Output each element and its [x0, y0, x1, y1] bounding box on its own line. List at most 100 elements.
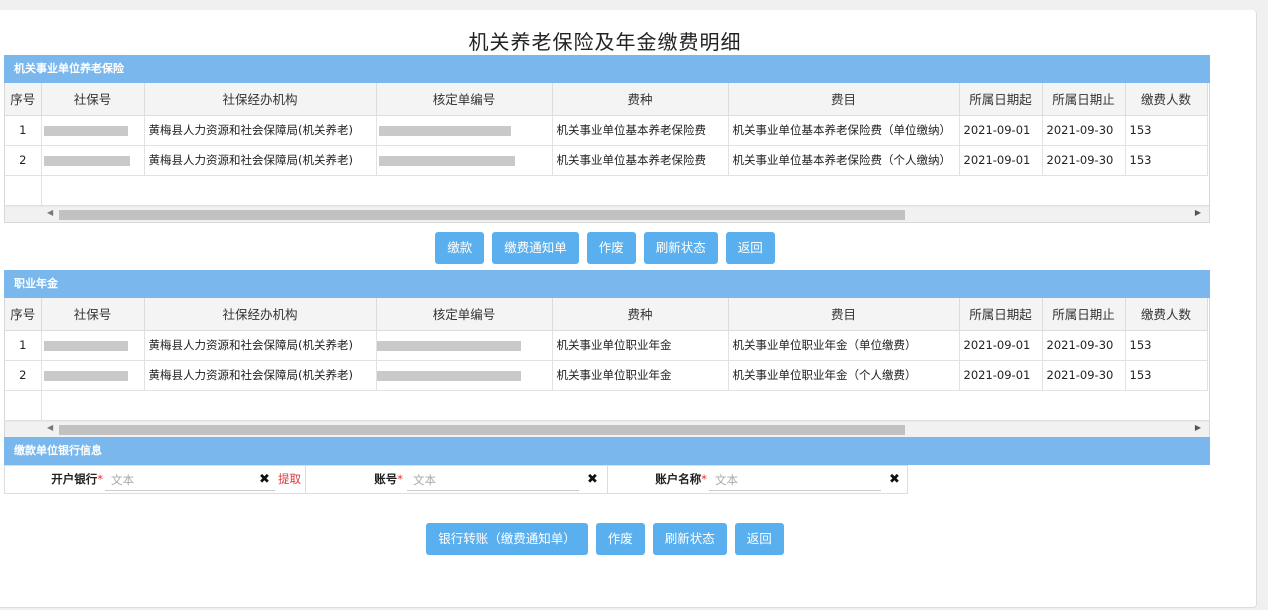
grid-empty-area: [5, 175, 1209, 206]
col-header-date-to[interactable]: 所属日期止: [1042, 83, 1126, 116]
grid-empty-area: [5, 390, 1209, 421]
bank-info-form: 开户银行* ✖ 提取 账号* ✖ 账户名称* ✖: [4, 465, 908, 494]
account-name-label: 账户名称*: [655, 472, 707, 486]
bank-button-row: 银行转账（缴费通知单） 作废 刷新状态 返回: [0, 523, 1210, 555]
row-seq: 2: [5, 145, 42, 176]
back-button[interactable]: 返回: [725, 232, 775, 264]
approval-no-redacted: [376, 115, 553, 146]
clear-account-icon[interactable]: ✖: [587, 466, 598, 493]
refresh-status-button[interactable]: 刷新状态: [643, 232, 718, 264]
account-name-input[interactable]: [709, 469, 881, 491]
row-fee-item: 机关事业单位职业年金（单位缴费）: [728, 330, 960, 361]
bank-transfer-button[interactable]: 银行转账（缴费通知单）: [426, 523, 588, 555]
row-date-from: 2021-09-01: [959, 330, 1043, 361]
row-fee-item: 机关事业单位基本养老保险费（单位缴纳）: [728, 115, 960, 146]
pension-table: 序号 社保号 社保经办机构 核定单编号 费种 费目 所属日期起 所属日期止 缴费…: [5, 83, 1208, 176]
row-date-from: 2021-09-01: [959, 115, 1043, 146]
row-date-to: 2021-09-30: [1042, 360, 1126, 391]
row-agency: 黄梅县人力资源和社会保障局(机关养老): [144, 115, 377, 146]
col-header-fee-item[interactable]: 费目: [728, 298, 960, 331]
section-header-pension: 机关事业单位养老保险: [4, 55, 1210, 83]
payment-notice-button[interactable]: 缴费通知单: [492, 232, 579, 264]
col-header-seq[interactable]: 序号: [5, 83, 42, 116]
annuity-table: 序号 社保号 社保经办机构 核定单编号 费种 费目 所属日期起 所属日期止 缴费…: [5, 298, 1208, 391]
void-button[interactable]: 作废: [595, 523, 645, 555]
row-agency: 黄梅县人力资源和社会保障局(机关养老): [144, 145, 377, 176]
row-count: 153: [1125, 115, 1208, 146]
row-agency: 黄梅县人力资源和社会保障局(机关养老): [144, 360, 377, 391]
ss-no-redacted: [41, 115, 145, 146]
scrollbar-thumb[interactable]: [59, 209, 905, 220]
row-fee-type: 机关事业单位基本养老保险费: [552, 115, 729, 146]
refresh-status-button[interactable]: 刷新状态: [652, 523, 727, 555]
pension-button-row: 缴款 缴费通知单 作废 刷新状态 返回: [0, 232, 1210, 264]
pay-button[interactable]: 缴款: [435, 232, 485, 264]
row-seq: 1: [5, 330, 42, 361]
bank-field-group: 开户银行* ✖ 提取: [5, 466, 305, 493]
row-date-to: 2021-09-30: [1042, 115, 1126, 146]
bank-label: 开户银行*: [51, 472, 103, 486]
row-count: 153: [1125, 360, 1208, 391]
back-button[interactable]: 返回: [734, 523, 784, 555]
annuity-grid: 序号 社保号 社保经办机构 核定单编号 费种 费目 所属日期起 所属日期止 缴费…: [4, 298, 1210, 438]
col-header-date-from[interactable]: 所属日期起: [959, 83, 1043, 116]
horizontal-scrollbar[interactable]: ◀ ▶: [5, 420, 1209, 437]
scroll-left-icon[interactable]: ◀: [47, 423, 53, 432]
row-date-from: 2021-09-01: [959, 360, 1043, 391]
col-header-seq[interactable]: 序号: [5, 298, 42, 331]
bank-input[interactable]: [105, 469, 275, 491]
row-seq: 1: [5, 115, 42, 146]
row-fee-type: 机关事业单位职业年金: [552, 330, 729, 361]
page-title: 机关养老保险及年金缴费明细: [468, 30, 742, 54]
col-header-fee-type[interactable]: 费种: [552, 83, 729, 116]
row-seq: 2: [5, 360, 42, 391]
approval-no-redacted: [376, 145, 553, 176]
table-row[interactable]: 1 黄梅县人力资源和社会保障局(机关养老) 机关事业单位基本养老保险费 机关事业…: [5, 115, 1208, 146]
row-count: 153: [1125, 330, 1208, 361]
fetch-link[interactable]: 提取: [278, 466, 301, 493]
table-row[interactable]: 2 黄梅县人力资源和社会保障局(机关养老) 机关事业单位基本养老保险费 机关事业…: [5, 145, 1208, 176]
col-header-count[interactable]: 缴费人数: [1125, 83, 1208, 116]
col-header-date-from[interactable]: 所属日期起: [959, 298, 1043, 331]
scroll-right-icon[interactable]: ▶: [1195, 208, 1201, 217]
account-label: 账号*: [374, 472, 403, 486]
clear-account-name-icon[interactable]: ✖: [889, 466, 900, 493]
row-fee-item: 机关事业单位职业年金（个人缴费）: [728, 360, 960, 391]
col-header-date-to[interactable]: 所属日期止: [1042, 298, 1126, 331]
table-row[interactable]: 1 黄梅县人力资源和社会保障局(机关养老) 机关事业单位职业年金 机关事业单位职…: [5, 330, 1208, 361]
col-header-fee-item[interactable]: 费目: [728, 83, 960, 116]
pension-grid: 序号 社保号 社保经办机构 核定单编号 费种 费目 所属日期起 所属日期止 缴费…: [4, 83, 1210, 223]
row-date-to: 2021-09-30: [1042, 330, 1126, 361]
row-agency: 黄梅县人力资源和社会保障局(机关养老): [144, 330, 377, 361]
col-header-ss-no[interactable]: 社保号: [41, 83, 145, 116]
account-input[interactable]: [407, 469, 579, 491]
account-name-field-group: 账户名称* ✖: [607, 466, 907, 493]
table-row[interactable]: 2 黄梅县人力资源和社会保障局(机关养老) 机关事业单位职业年金 机关事业单位职…: [5, 360, 1208, 391]
section-header-bank: 缴款单位银行信息: [4, 437, 1210, 465]
row-count: 153: [1125, 145, 1208, 176]
scrollbar-thumb[interactable]: [59, 424, 905, 435]
col-header-approval-no[interactable]: 核定单编号: [376, 83, 553, 116]
table-header-row: 序号 社保号 社保经办机构 核定单编号 费种 费目 所属日期起 所属日期止 缴费…: [5, 298, 1208, 331]
ss-no-redacted: [41, 330, 145, 361]
col-header-approval-no[interactable]: 核定单编号: [376, 298, 553, 331]
row-fee-type: 机关事业单位基本养老保险费: [552, 145, 729, 176]
row-fee-type: 机关事业单位职业年金: [552, 360, 729, 391]
section-header-annuity: 职业年金: [4, 270, 1210, 298]
ss-no-redacted: [41, 145, 145, 176]
clear-bank-icon[interactable]: ✖: [259, 466, 270, 493]
scroll-left-icon[interactable]: ◀: [47, 208, 53, 217]
col-header-agency[interactable]: 社保经办机构: [144, 83, 377, 116]
horizontal-scrollbar[interactable]: ◀ ▶: [5, 205, 1209, 222]
scroll-right-icon[interactable]: ▶: [1195, 423, 1201, 432]
col-header-fee-type[interactable]: 费种: [552, 298, 729, 331]
row-date-from: 2021-09-01: [959, 145, 1043, 176]
col-header-agency[interactable]: 社保经办机构: [144, 298, 377, 331]
approval-no-redacted: [376, 330, 553, 361]
col-header-count[interactable]: 缴费人数: [1125, 298, 1208, 331]
void-button[interactable]: 作废: [586, 232, 636, 264]
col-header-ss-no[interactable]: 社保号: [41, 298, 145, 331]
account-field-group: 账号* ✖: [305, 466, 607, 493]
row-date-to: 2021-09-30: [1042, 145, 1126, 176]
approval-no-redacted: [376, 360, 553, 391]
